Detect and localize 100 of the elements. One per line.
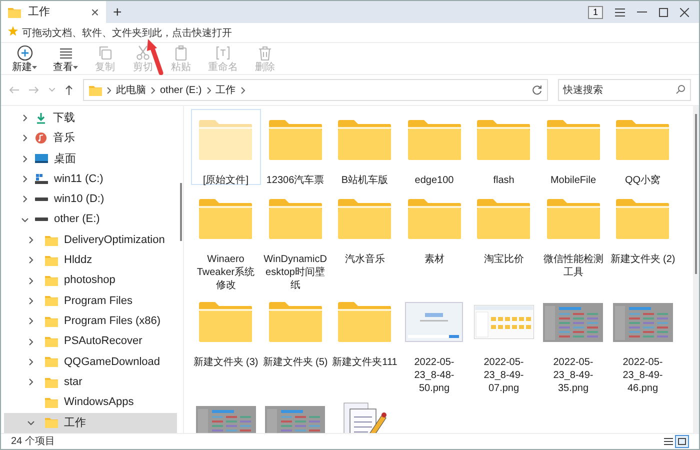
tree-item[interactable]: Hlddz — [4, 250, 177, 270]
file-item[interactable]: 2022-05-23_8-49-07.png — [469, 291, 538, 391]
tree-item[interactable]: photoshop — [4, 270, 177, 291]
folder-icon — [45, 316, 58, 327]
tree-item[interactable]: 工作 — [4, 412, 177, 433]
tree-item[interactable]: PSAutoRecover — [4, 331, 177, 352]
file-item[interactable]: 新建文件夹111 — [330, 291, 400, 391]
file-item[interactable]: MobileFile — [538, 109, 608, 185]
chevron-right-icon[interactable] — [27, 317, 35, 326]
up-arrow-icon[interactable] — [65, 85, 73, 95]
tree-item[interactable]: 桌面 — [4, 148, 177, 169]
toolbar-button[interactable]: 新建 — [12, 44, 37, 72]
item-count: 24 个项目 — [11, 435, 56, 449]
minimize-icon[interactable] — [637, 11, 647, 13]
folder-icon — [337, 119, 392, 161]
chevron-right-icon[interactable] — [27, 378, 35, 386]
icons-view-button[interactable] — [675, 435, 689, 448]
file-item[interactable]: QQ小窝 — [608, 109, 678, 185]
close-tab-button[interactable]: × — [90, 5, 99, 19]
breadcrumb-item[interactable]: other (E:) — [160, 82, 202, 98]
square-icon — [678, 438, 686, 445]
tree-item[interactable]: 下载 — [4, 108, 177, 128]
file-item[interactable]: flash — [469, 109, 538, 185]
folder-icon — [476, 119, 532, 161]
tree-item[interactable]: QQGameDownload — [4, 352, 177, 372]
window-count-badge[interactable]: 1 — [588, 6, 603, 18]
chevron-right-icon[interactable] — [27, 236, 35, 244]
folder-icon — [45, 336, 58, 348]
tab[interactable]: 工作 × — [1, 1, 106, 23]
address-bar[interactable]: 此电脑 other (E:) 工作 — [83, 79, 548, 101]
rename-icon — [215, 44, 231, 60]
folder-icon — [45, 254, 58, 266]
folder-icon — [45, 356, 58, 368]
tree-item[interactable]: win10 (D:) — [4, 189, 177, 210]
chevron-right-icon[interactable] — [27, 296, 35, 305]
file-item[interactable]: 新建文件夹 (3) — [191, 291, 260, 391]
chevron-right-icon[interactable] — [21, 134, 29, 142]
file-item[interactable]: 2022-05-23_8-48-50.png — [400, 291, 469, 391]
new-tab-button[interactable]: + — [106, 4, 129, 20]
scrollbar-thumb[interactable] — [180, 183, 182, 241]
folder-icon — [198, 119, 254, 161]
folder-icon — [615, 119, 670, 161]
search-field[interactable]: 快速搜索 — [558, 79, 691, 101]
tree-item[interactable]: DeliveryOptimization — [4, 230, 177, 250]
screenshot-thumbnail — [543, 302, 604, 342]
cut-icon — [135, 44, 151, 60]
desktop-icon — [35, 153, 48, 164]
chevron-down-icon[interactable] — [21, 216, 29, 224]
file-item[interactable]: 微信性能检测工具 — [538, 188, 608, 288]
menu-icon[interactable] — [615, 8, 625, 16]
folder-icon — [476, 198, 532, 240]
tree-item[interactable]: Program Files (x86) — [4, 311, 177, 332]
file-item[interactable]: 12306汽车票 — [260, 109, 330, 185]
chevron-right-icon[interactable] — [21, 175, 29, 184]
file-item[interactable]: B站机车版 — [330, 109, 400, 185]
chevron-right-icon[interactable] — [21, 154, 29, 163]
tree-item[interactable]: WindowsApps — [4, 392, 177, 413]
tree-item[interactable]: Program Files — [4, 290, 177, 312]
chevron-right-icon — [107, 86, 111, 94]
trash-icon — [257, 44, 273, 60]
chevron-right-icon[interactable] — [21, 114, 29, 122]
folder-icon — [546, 119, 601, 161]
file-item[interactable]: 汽水音乐 — [330, 188, 400, 288]
chevron-right-icon[interactable] — [27, 256, 35, 264]
tree-item[interactable]: other (E:) — [4, 210, 177, 230]
paste-icon — [173, 44, 189, 60]
tree-item[interactable]: star — [4, 372, 177, 392]
screenshot-thumbnail — [196, 406, 256, 433]
tree-item[interactable]: win11 (C:) — [4, 168, 177, 190]
chevron-right-icon[interactable] — [27, 338, 35, 346]
screenshot-thumbnail — [405, 302, 464, 342]
file-item[interactable]: 新建文件夹 (2) — [608, 188, 678, 288]
details-view-button[interactable] — [661, 435, 675, 448]
screenshot-thumbnail — [265, 406, 326, 433]
chevron-down-icon[interactable] — [27, 418, 35, 427]
file-item[interactable]: WinDynamicDesktop时间壁纸 — [260, 188, 330, 288]
chevron-right-icon[interactable] — [21, 195, 29, 204]
download-icon — [35, 112, 47, 124]
file-item[interactable]: Winaero Tweaker系统修改 — [191, 188, 260, 288]
breadcrumb-item[interactable]: 此电脑 — [116, 82, 146, 98]
maximize-icon[interactable] — [659, 8, 668, 16]
tree-item[interactable]: 音乐 — [4, 128, 177, 149]
file-item[interactable]: 素材 — [400, 188, 469, 288]
chevron-right-icon[interactable] — [27, 358, 35, 366]
refresh-icon[interactable] — [532, 85, 542, 95]
file-item[interactable]: 2022-05-23_8-49-35.png — [538, 291, 608, 391]
close-icon[interactable] — [680, 8, 689, 16]
toolbar-button[interactable]: 查看 — [53, 44, 78, 72]
folder-icon — [268, 301, 323, 343]
chevron-right-icon[interactable] — [27, 276, 35, 285]
breadcrumb-item[interactable]: 工作 — [216, 82, 236, 98]
file-item[interactable]: [原始文件] — [191, 109, 260, 185]
file-item[interactable]: 淘宝比价 — [469, 188, 538, 288]
folder-icon — [45, 295, 58, 306]
search-icon[interactable] — [676, 85, 685, 94]
folder-icon — [8, 6, 21, 18]
file-item[interactable]: 新建文件夹 (5) — [260, 291, 330, 391]
scrollbar-thumb[interactable] — [695, 114, 697, 274]
file-item[interactable]: edge100 — [400, 109, 469, 185]
file-item[interactable]: 2022-05-23_8-49-46.png — [608, 291, 678, 391]
